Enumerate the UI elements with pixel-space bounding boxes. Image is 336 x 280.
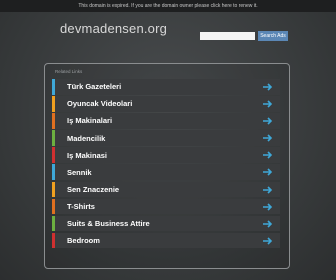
accent-bar (52, 232, 55, 249)
list-item[interactable]: Madencilik (52, 130, 280, 146)
link-label: Iş Makinasi (67, 150, 108, 160)
related-links-header: Related Links (55, 69, 83, 74)
link-label: Oyuncak Videolari (67, 99, 133, 109)
list-item[interactable]: Iş Makinasi (52, 147, 280, 163)
list-item[interactable]: Iş Makinalari (52, 113, 280, 129)
list-item[interactable]: Suits & Business Attire (52, 215, 280, 232)
list-item[interactable]: Oyuncak Videolari (52, 96, 280, 112)
link-label: Suits & Business Attire (67, 219, 150, 228)
accent-bar (52, 147, 55, 163)
accent-bar (52, 198, 55, 215)
accent-bar (52, 215, 55, 232)
arrow-right-icon (263, 100, 273, 108)
list-item[interactable]: T-Shirts (52, 198, 280, 215)
list-item[interactable]: Sen Znaczenie (52, 181, 280, 198)
arrow-right-icon (263, 237, 273, 245)
accent-bar (52, 79, 55, 95)
arrow-right-icon (263, 134, 273, 142)
accent-bar (52, 130, 55, 146)
link-label: Sennik (67, 167, 92, 177)
arrow-right-icon (263, 185, 273, 194)
site-domain-logo[interactable]: devmadensen.org (60, 21, 167, 36)
expiry-notice-text: This domain is expired. If you are the d… (78, 3, 211, 9)
accent-bar (52, 96, 55, 112)
search-input[interactable] (200, 32, 255, 40)
link-label: Iş Makinalari (67, 116, 113, 126)
list-item[interactable]: Sennik (52, 164, 280, 180)
link-label: Madencilik (67, 133, 106, 143)
arrow-right-icon (263, 83, 273, 91)
arrow-right-icon (263, 117, 273, 125)
link-label: T-Shirts (67, 201, 95, 211)
arrow-right-icon (263, 168, 273, 177)
expiry-notice-bar: This domain is expired. If you are the d… (0, 0, 336, 12)
related-links-list: Türk Gazeteleri Oyuncak Videolari Iş Mak… (52, 79, 280, 250)
link-label: Türk Gazeteleri (67, 82, 122, 92)
link-label: Sen Znaczenie (67, 184, 120, 194)
accent-bar (52, 113, 55, 129)
renew-link[interactable]: click here to renew it. (211, 3, 258, 9)
accent-bar (52, 164, 55, 180)
list-item[interactable]: Bedroom (52, 232, 280, 249)
search-button[interactable]: Search Ads (258, 31, 288, 41)
arrow-right-icon (263, 220, 273, 228)
arrow-right-icon (263, 151, 273, 159)
arrow-right-icon (263, 203, 273, 211)
accent-bar (52, 181, 55, 198)
link-label: Bedroom (67, 236, 100, 246)
list-item[interactable]: Türk Gazeteleri (52, 79, 280, 95)
